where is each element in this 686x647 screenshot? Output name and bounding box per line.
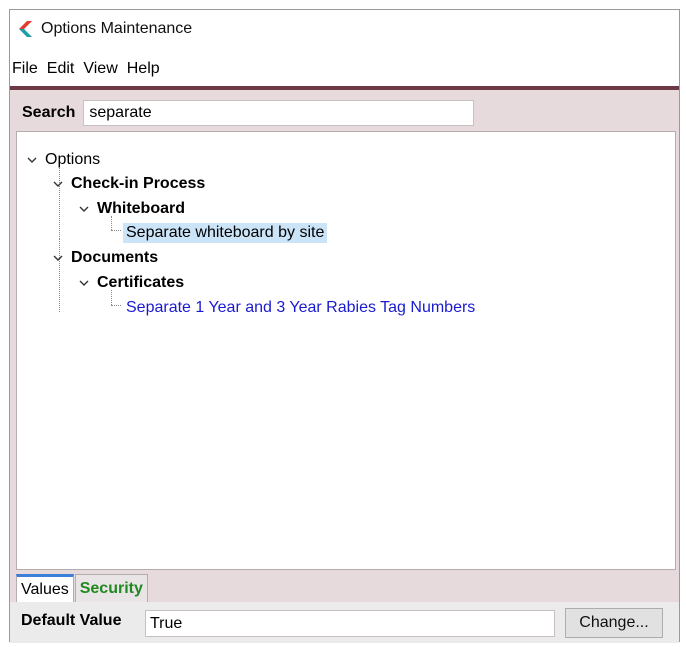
tab-security[interactable]: Security xyxy=(74,574,148,602)
search-row: Search xyxy=(22,100,475,126)
search-input[interactable] xyxy=(83,100,475,126)
tree-node-whiteboard[interactable]: Whiteboard xyxy=(79,197,188,220)
default-value-label: Default Value xyxy=(21,612,122,629)
tree-node-label: Certificates xyxy=(97,273,185,291)
chevron-down-icon[interactable] xyxy=(53,179,63,189)
search-label: Search xyxy=(22,104,76,121)
tree-node-label: Options xyxy=(45,150,101,168)
tab-values[interactable]: Values xyxy=(16,574,74,602)
menu-file[interactable]: File xyxy=(10,60,42,78)
change-button[interactable]: Change... xyxy=(565,608,663,638)
tree-leaf-label: Separate 1 Year and 3 Year Rabies Tag Nu… xyxy=(126,298,476,316)
tree-node-documents[interactable]: Documents xyxy=(53,246,161,269)
chevron-down-icon[interactable] xyxy=(27,155,37,165)
menu-bar: File Edit View Help xyxy=(10,57,167,81)
tree-node-label: Whiteboard xyxy=(97,199,185,217)
main-panel: Search Options Check-in Process xyxy=(10,90,679,643)
tree-node-label: Check-in Process xyxy=(71,174,206,192)
title-bar: Options Maintenance xyxy=(10,10,679,48)
menu-edit[interactable]: Edit xyxy=(45,60,79,78)
window-title: Options Maintenance xyxy=(41,20,193,37)
chevron-down-icon[interactable] xyxy=(79,204,89,214)
tree-leaf-separate-rabies[interactable]: Separate 1 Year and 3 Year Rabies Tag Nu… xyxy=(123,296,478,319)
tree-leaf-separate-whiteboard[interactable]: Separate whiteboard by site xyxy=(123,221,328,244)
chevron-down-icon[interactable] xyxy=(79,278,89,288)
tree-node-label: Documents xyxy=(71,248,159,266)
tree-node-certificates[interactable]: Certificates xyxy=(79,271,187,294)
tree-leaf-label: Separate whiteboard by site xyxy=(123,222,328,243)
tree-node-checkin-process[interactable]: Check-in Process xyxy=(53,172,208,195)
tab-strip: Values Security xyxy=(16,574,148,602)
values-panel: Default Value Change... xyxy=(10,602,679,643)
default-value-field[interactable] xyxy=(145,610,555,637)
options-tree: Options Check-in Process Whiteboard Sepa… xyxy=(16,131,676,570)
tree-line xyxy=(111,305,121,306)
menu-help[interactable]: Help xyxy=(125,60,164,78)
menu-view[interactable]: View xyxy=(81,60,121,78)
options-maintenance-window: Options Maintenance File Edit View Help … xyxy=(9,9,680,643)
chevron-down-icon[interactable] xyxy=(53,253,63,263)
app-logo-icon xyxy=(19,21,32,37)
tree-line xyxy=(111,230,121,231)
tree-node-options[interactable]: Options xyxy=(27,148,103,171)
